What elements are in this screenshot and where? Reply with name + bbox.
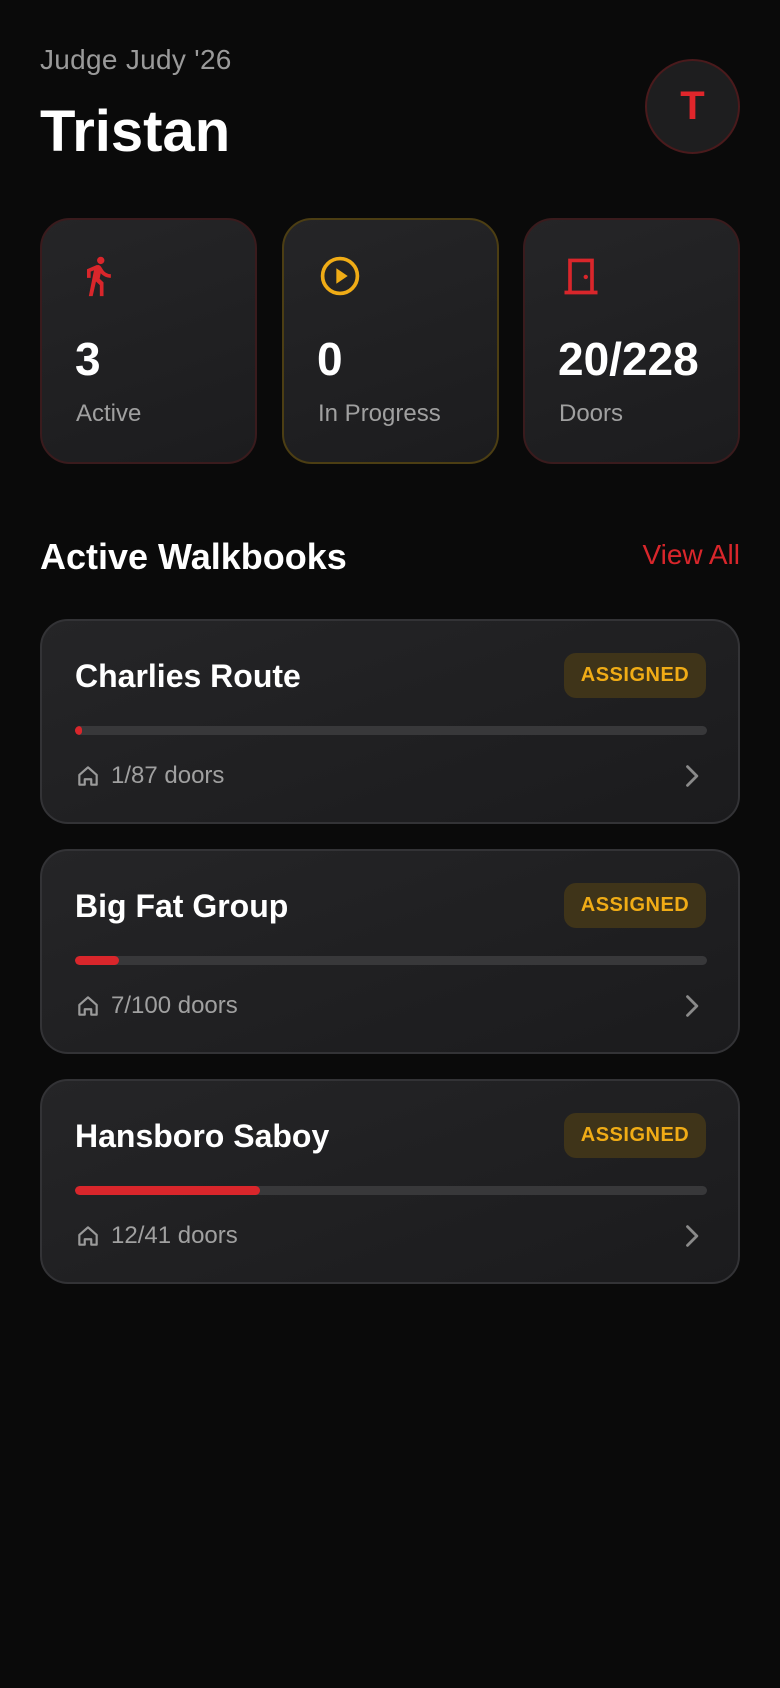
walkbook-card[interactable]: Hansboro Saboy ASSIGNED 12/41 doors (40, 1079, 740, 1284)
status-badge: ASSIGNED (564, 653, 706, 698)
progress-fill (75, 1186, 260, 1195)
walkbook-title: Hansboro Saboy (75, 1118, 330, 1154)
view-all-link[interactable]: View All (642, 539, 740, 571)
stat-label: Active (76, 400, 142, 427)
user-name: Tristan (40, 99, 231, 164)
status-badge: ASSIGNED (564, 883, 706, 928)
avatar[interactable]: T (645, 59, 740, 154)
avatar-initial: T (680, 84, 705, 128)
walking-person-icon (87, 256, 111, 297)
campaign-name: Judge Judy '26 (40, 44, 232, 75)
chevron-right-icon (686, 765, 699, 787)
progress-bar (75, 1186, 707, 1195)
section-title: Active Walkbooks (40, 536, 347, 577)
progress-bar (75, 956, 707, 965)
progress-fill (75, 956, 120, 965)
chevron-right-icon (686, 1225, 699, 1247)
walkbook-card[interactable]: Charlies Route ASSIGNED 1/87 doors (40, 619, 740, 824)
play-circle-icon (320, 256, 360, 296)
stat-card-in-progress[interactable]: 0 In Progress (282, 218, 499, 464)
walkbook-title: Charlies Route (75, 658, 301, 694)
home-icon (78, 766, 98, 786)
walkbook-title: Big Fat Group (75, 888, 289, 924)
stat-value: 20/228 (558, 333, 699, 385)
chevron-right-icon (686, 995, 699, 1017)
stat-card-active[interactable]: 3 Active (40, 218, 257, 464)
stat-label: In Progress (318, 400, 441, 427)
stat-label: Doors (559, 400, 624, 427)
status-badge: ASSIGNED (564, 1113, 706, 1158)
walkbook-doors: 1/87 doors (111, 762, 225, 789)
home-icon (78, 1226, 98, 1246)
progress-bar (75, 726, 707, 735)
stat-value: 0 (317, 333, 343, 385)
walkbook-doors: 7/100 doors (111, 992, 238, 1019)
walkbook-card[interactable]: Big Fat Group ASSIGNED 7/100 doors (40, 849, 740, 1054)
stat-value: 3 (75, 333, 101, 385)
walkbook-doors: 12/41 doors (111, 1222, 238, 1249)
progress-fill (75, 726, 83, 735)
door-icon (564, 258, 598, 295)
dashboard-screen: Judge Judy '26 Tristan T 3 Active 0 In P… (0, 0, 780, 1688)
home-icon (78, 996, 98, 1016)
stat-card-doors[interactable]: 20/228 Doors (523, 218, 740, 464)
